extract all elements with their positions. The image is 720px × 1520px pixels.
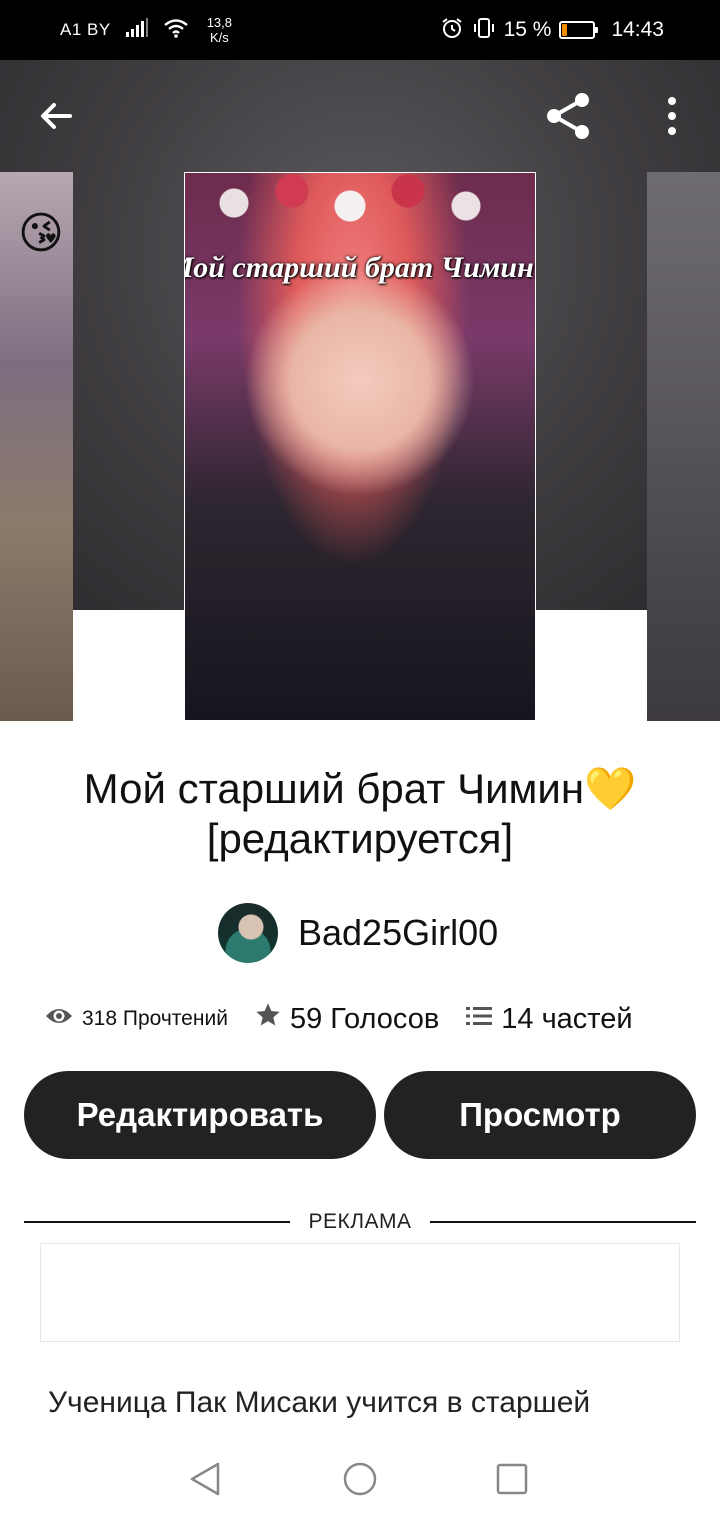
square-recents-icon [496,1463,528,1500]
story-description: Ученица Пак Мисаки учится в старшей [48,1386,591,1419]
star-icon [254,1001,282,1037]
nav-home-button[interactable] [333,1454,387,1508]
nav-back-button[interactable] [178,1454,232,1508]
wifi-icon [163,18,189,43]
list-icon [465,1003,493,1036]
network-speed-value: 13,8 [206,15,233,30]
triangle-back-icon [188,1461,222,1502]
divider [429,1221,697,1223]
battery-icon [559,21,599,39]
votes-count: 59 Голосов [289,1002,440,1035]
status-bar-right: 15 % 14:43 [440,0,664,60]
parts-stat: 14 частей [465,1002,633,1036]
author-name[interactable]: Bad25Girl00 [298,912,498,954]
ad-separator: РЕКЛАМА [24,1206,697,1238]
battery-percent: 15 % [503,18,552,41]
cover-overlay-text: Мой старший брат Чимин [184,251,534,284]
parts-count: 14 частей [501,1002,633,1035]
battery-level-fill [562,24,568,36]
status-bar-left: A1 BY 13,8 K/s [60,0,232,60]
arrow-left-icon [36,96,76,141]
system-nav-bar [0,1440,720,1520]
divider [24,1221,291,1223]
nav-recents-button[interactable] [485,1454,539,1508]
cover-previous-story[interactable]: 😘 [0,172,73,721]
eye-icon [44,1005,74,1033]
alarm-icon [440,16,464,45]
cover-next-story[interactable] [647,172,720,721]
reads-stat: 318 Прочтений [44,1005,228,1033]
reads-count: 318 Прочтений [82,1007,228,1030]
view-button[interactable]: Просмотр [384,1071,696,1159]
votes-stat: 59 Голосов [254,1001,439,1037]
carrier-label: A1 BY [60,20,111,39]
story-title-line2: [редактируется] [206,815,514,862]
cover-current-story[interactable]: Мой старший брат Чимин [184,172,536,721]
edit-button[interactable]: Редактировать [24,1071,376,1159]
clock: 14:43 [611,18,664,41]
story-title: Мой старший брат Чимин💛 [редактируется] [20,764,700,864]
share-icon [542,90,594,147]
story-stats: 318 Прочтений 59 Голосов 14 частей [44,996,684,1042]
network-speed-unit: K/s [209,30,229,45]
ad-placeholder[interactable] [40,1243,680,1342]
flower-crown-image [205,173,495,233]
signal-icon [125,17,149,43]
network-speed: 13,8 K/s [207,15,232,45]
more-options-button[interactable] [644,90,700,146]
author-row[interactable]: Bad25Girl00 [218,902,498,964]
author-avatar[interactable] [218,903,278,963]
back-button[interactable] [28,90,84,146]
circle-home-icon [342,1461,378,1502]
more-vertical-icon [664,96,680,141]
wink-emoji-icon: 😘 [18,209,64,258]
ad-label: РЕКЛАМА [308,1210,412,1233]
share-button[interactable] [540,90,596,146]
status-bar: A1 BY 13,8 K/s 15 % 14:43 [0,0,720,60]
story-title-line1: Мой старший брат Чимин💛 [83,765,637,812]
vibrate-icon [472,16,496,45]
